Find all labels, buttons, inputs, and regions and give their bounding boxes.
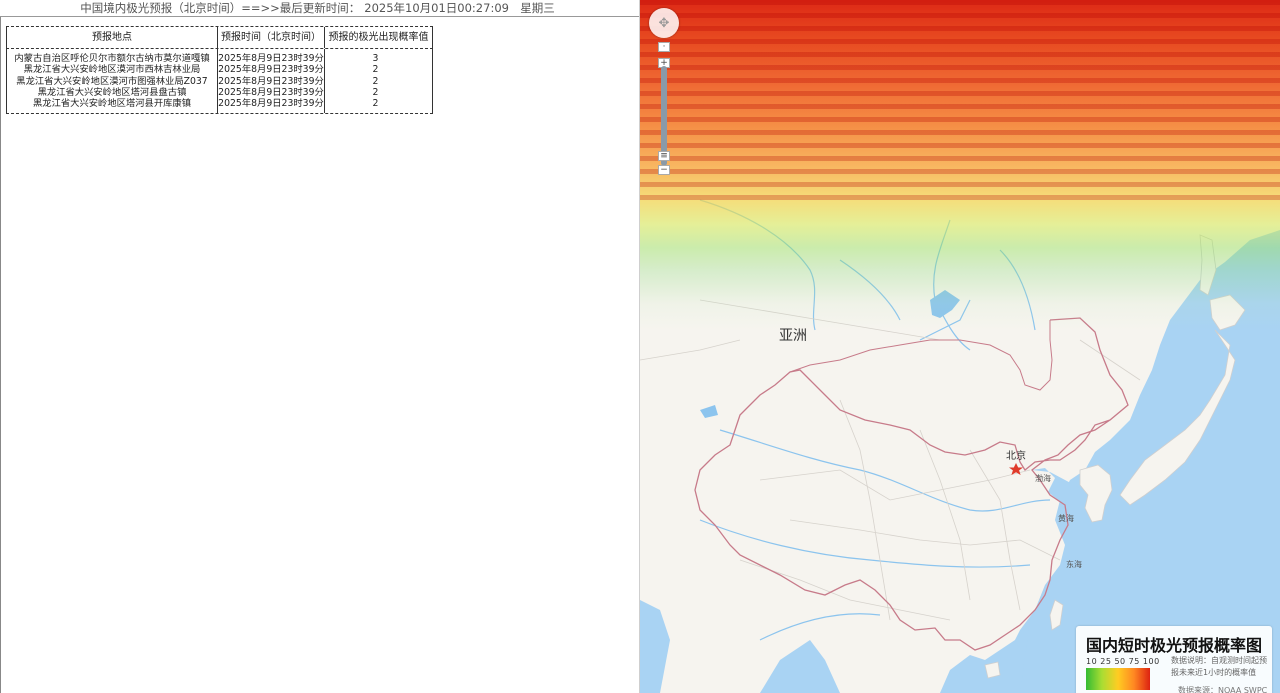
column-header-place: 预报地点 — [7, 27, 218, 48]
time-cell: 2025年8月9日23时39分 — [218, 75, 325, 87]
east-sea-label: 东海 — [1066, 560, 1082, 569]
probability-cell: 2 — [372, 98, 379, 110]
table-spacer — [6, 109, 433, 114]
pan-control[interactable]: ✥ — [649, 8, 679, 38]
table-row: 黑龙江省大兴安岭地区塔河县开库康镇 2025年8月9日23时39分 2 — [6, 98, 433, 110]
zoom-slider[interactable]: · + ≡ − — [658, 42, 670, 176]
place-cell: 内蒙古自治区呼伦贝尔市额尔古纳市莫尔道嘎镇 — [7, 53, 218, 65]
time-cell: 2025年8月9日23时39分 — [218, 98, 325, 110]
table-bottom-divider — [6, 113, 433, 115]
last-updated-time: 2025年10月01日00:27:09 — [364, 1, 509, 15]
zoom-handle[interactable]: ≡ — [658, 151, 670, 161]
page-header: 中国境内极光预报（北京时间）==>>最后更新时间： 2025年10月01日00:2… — [0, 0, 639, 17]
place-cell: 黑龙江省大兴安岭地区漠河市西林吉林业局 — [7, 64, 218, 76]
aurora-map[interactable]: 亚洲 北京 渤海 黄海 东海 ✥ · + ≡ − 国内短时极光预报概率图 10 … — [640, 0, 1280, 693]
probability-cell: 2 — [372, 86, 379, 98]
table-row: 黑龙江省大兴安岭地区塔河县盘古镇 2025年8月9日23时39分 2 — [6, 86, 433, 99]
header-title: 中国境内极光预报（北京时间）==>>最后更新时间： — [80, 1, 361, 15]
legend-source: 数据来源：NOAA SWPC — [1178, 686, 1268, 693]
column-header-probability: 预报的极光出现概率值 — [328, 32, 429, 43]
place-cell: 黑龙江省大兴安岭地区塔河县盘古镇 — [7, 86, 218, 99]
place-cell: 黑龙江省大兴安岭地区塔河县开库康镇 — [7, 98, 218, 110]
probability-cell: 2 — [372, 64, 379, 76]
legend-note: 数据说明：自观测时间起预报未来近1小时的概率值 — [1171, 656, 1267, 677]
left-border — [0, 17, 1, 693]
capital-label: 北京 — [1006, 451, 1026, 462]
legend-title: 国内短时极光预报概率图 — [1086, 636, 1263, 655]
forecast-table: 预报地点 预报时间（北京时间） 预报的极光出现概率值 内蒙古自治区呼伦贝尔市额尔… — [6, 26, 433, 115]
table-header-row: 预报地点 预报时间（北京时间） 预报的极光出现概率值 — [6, 27, 433, 48]
column-header-time: 预报时间（北京时间） — [218, 27, 325, 48]
hainan — [984, 661, 1001, 679]
legend-panel: 国内短时极光预报概率图 10 25 50 75 100 数据说明：自观测时间起预… — [1076, 626, 1272, 693]
time-cell: 2025年8月9日23时39分 — [218, 86, 325, 99]
bohai-label: 渤海 — [1035, 474, 1051, 483]
yellow-sea-label: 黄海 — [1058, 514, 1074, 523]
aurora-probability-stripes — [640, 0, 1280, 200]
legend-color-bar — [1086, 668, 1150, 690]
forecast-panel: 中国境内极光预报（北京时间）==>>最后更新时间： 2025年10月01日00:2… — [0, 0, 640, 693]
place-cell: 黑龙江省大兴安岭地区漠河市图强林业局Z037 — [7, 75, 218, 87]
time-cell: 2025年8月9日23时39分 — [218, 53, 325, 65]
probability-cell: 2 — [372, 75, 379, 87]
table-row: 内蒙古自治区呼伦贝尔市额尔古纳市莫尔道嘎镇 2025年8月9日23时39分 3 — [6, 53, 433, 65]
table-row: 黑龙江省大兴安岭地区漠河市图强林业局Z037 2025年8月9日23时39分 2 — [6, 75, 433, 87]
probability-cell: 3 — [372, 53, 379, 64]
time-cell: 2025年8月9日23时39分 — [218, 64, 325, 76]
weekday-label: 星期三 — [520, 1, 555, 15]
legend-ticks: 10 25 50 75 100 — [1086, 657, 1160, 666]
compass-icon: ✥ — [658, 15, 670, 31]
zoom-out-button[interactable]: − — [658, 165, 670, 175]
table-row: 黑龙江省大兴安岭地区漠河市西林吉林业局 2025年8月9日23时39分 2 — [6, 64, 433, 76]
continent-label: 亚洲 — [779, 328, 807, 344]
zoom-reset-button[interactable]: · — [658, 42, 670, 52]
